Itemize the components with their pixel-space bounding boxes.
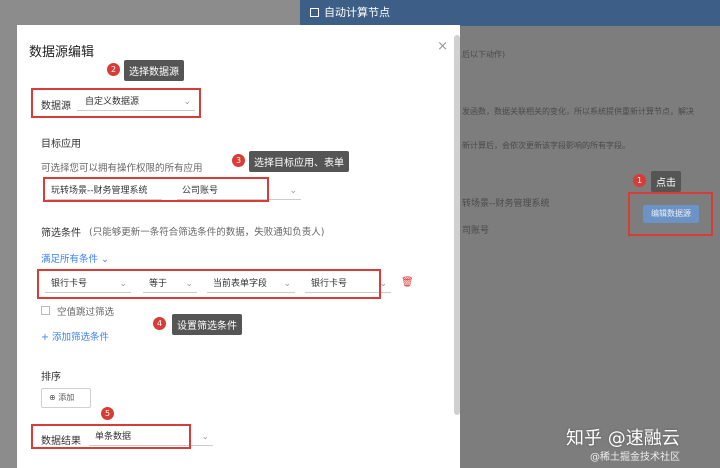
step-tip: 选择数据源 xyxy=(124,60,184,81)
plus-icon: + xyxy=(41,332,49,343)
background-header: 自动计算节点 xyxy=(300,0,720,26)
delete-icon[interactable]: 🗑 xyxy=(401,277,414,288)
highlight-box xyxy=(37,269,381,299)
highlight-box xyxy=(31,424,191,449)
highlight-box xyxy=(628,192,713,236)
add-filter-label: 添加筛选条件 xyxy=(52,332,110,343)
dialog-title: 数据源编辑 xyxy=(29,45,95,60)
chevron-down-icon: ⌄ xyxy=(201,432,209,442)
step-tip: 点击 xyxy=(651,171,681,192)
background-text: 转场景--财务管理系统 xyxy=(462,199,550,209)
highlight-box xyxy=(31,88,201,118)
skip-empty-checkbox[interactable] xyxy=(41,306,50,315)
match-all-label: 满足所有条件 xyxy=(41,254,99,265)
plus-icon: ⊕ xyxy=(49,393,56,402)
background-text: 司账号 xyxy=(462,226,490,236)
add-sort-button[interactable]: ⊕ 添加 xyxy=(41,388,91,408)
background-text: 后以下动作) xyxy=(462,50,506,59)
step-badge: 4 xyxy=(153,317,166,330)
watermark-sub: @稀土掘金技术社区 xyxy=(590,452,680,463)
step-badge: 3 xyxy=(232,154,245,167)
step-badge: 2 xyxy=(107,63,120,76)
match-all-dropdown[interactable]: 满足所有条件 ⌄ xyxy=(41,251,109,265)
step-badge: 1 xyxy=(633,174,646,187)
sort-label: 排序 xyxy=(41,372,61,383)
target-app-label: 目标应用 xyxy=(41,139,81,150)
edit-icon xyxy=(310,8,319,17)
background-title: 自动计算节点 xyxy=(324,6,390,19)
add-sort-label: 添加 xyxy=(58,393,75,402)
highlight-box xyxy=(43,177,269,202)
step-tip: 设置筛选条件 xyxy=(172,314,242,335)
target-app-hint: 可选择您可以拥有操作权限的所有应用 xyxy=(41,163,203,174)
chevron-down-icon: ⌄ xyxy=(101,254,110,265)
close-icon[interactable]: × xyxy=(437,39,448,54)
background-text: 发函数，数据关联相关的变化，所以系统提供重新计算节点，解决 xyxy=(462,107,694,116)
filter-label: 筛选条件 xyxy=(41,228,81,239)
watermark: 知乎 @速融云 xyxy=(566,428,680,449)
filter-hint: (只能够更新一条符合筛选条件的数据，失败通知负责人) xyxy=(89,227,325,238)
step-tip: 选择目标应用、表单 xyxy=(249,151,349,172)
add-filter-link[interactable]: + 添加筛选条件 xyxy=(41,329,109,343)
background-text: 新计算后，会依次更新该字段影响的所有字段。 xyxy=(462,141,630,150)
dialog-scrollbar[interactable] xyxy=(454,35,460,415)
skip-empty-label: 空值跳过筛选 xyxy=(57,307,115,318)
chevron-down-icon: ⌄ xyxy=(289,186,297,196)
step-badge: 5 xyxy=(101,407,114,420)
